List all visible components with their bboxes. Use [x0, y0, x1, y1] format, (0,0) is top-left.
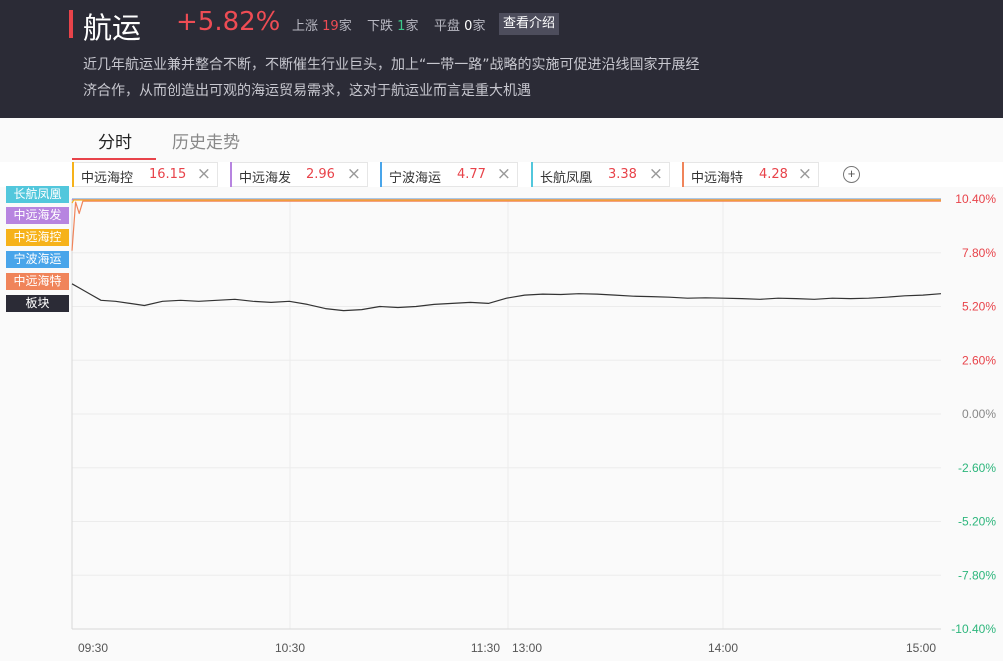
- sector-header: 航运 +5.82% 上涨 19家 下跌 1家 平盘 0家 查看介绍 近几年航运业…: [0, 0, 1003, 118]
- series-line: [71, 200, 941, 251]
- flat-label: 平盘: [434, 19, 461, 34]
- sector-change-pct: +5.82%: [176, 7, 281, 37]
- legend-item-2[interactable]: 中远海控: [6, 229, 69, 246]
- sector-description: 近几年航运业兼并整合不断，不断催生行业巨头，加上“一带一路”战略的实施可促进沿线…: [83, 52, 763, 104]
- x-tick-label: 10:30: [275, 641, 305, 655]
- chip-stock-name: 中远海特: [691, 171, 744, 186]
- x-tick-label: 11:30: [471, 641, 500, 655]
- chart-tabs: 分时 历史走势: [0, 118, 1003, 162]
- intraday-chart: 10.40% 7.80% 5.20% 2.60% 0.00% -2.60% -5.20% -7…: [71, 192, 996, 655]
- view-intro-button[interactable]: 查看介绍: [499, 13, 560, 35]
- stock-chip-0[interactable]: 中远海控 16.15 ×: [72, 162, 218, 187]
- y-tick-label: -2.60%: [958, 461, 996, 475]
- close-icon[interactable]: ×: [497, 164, 511, 184]
- down-unit: 家: [405, 19, 419, 34]
- y-tick-label: -5.20%: [958, 515, 996, 529]
- stock-chip-2[interactable]: 宁波海运 4.77 ×: [380, 162, 518, 187]
- y-tick-label: -10.40%: [951, 622, 996, 636]
- description-line-1: 近几年航运业兼并整合不断，不断催生行业巨头，加上“一带一路”战略的实施可促进沿线…: [83, 57, 700, 73]
- legend-item-1[interactable]: 中远海发: [6, 207, 69, 224]
- active-tab-underline: [72, 158, 156, 160]
- tab-history[interactable]: 历史走势: [172, 128, 240, 153]
- y-tick-label: -7.80%: [958, 568, 996, 582]
- legend-item-0[interactable]: 长航凤凰: [6, 186, 69, 203]
- y-tick-label: 2.60%: [962, 353, 996, 367]
- x-tick-label: 13:00: [512, 641, 542, 655]
- y-tick-label: 5.20%: [962, 300, 996, 314]
- sector-title: 航运: [83, 11, 142, 45]
- close-icon[interactable]: ×: [649, 164, 663, 184]
- close-icon[interactable]: ×: [798, 164, 812, 184]
- chip-stock-name: 中远海发: [239, 171, 292, 186]
- chip-stock-value: 3.38: [608, 167, 637, 182]
- description-line-2: 济合作，从而创造出可观的海运贸易需求，这对于航运业而言是重大机遇: [83, 83, 531, 99]
- legend-item-3[interactable]: 宁波海运: [6, 251, 69, 268]
- intraday-chart-area: 10.40% 7.80% 5.20% 2.60% 0.00% -2.60% -5.20% -7…: [0, 187, 1003, 661]
- x-tick-label: 15:00: [906, 641, 936, 655]
- x-tick-label: 14:00: [708, 641, 738, 655]
- down-stat: 下跌 1家: [367, 15, 418, 34]
- chip-color-bar: [682, 162, 684, 187]
- chip-stock-value: 4.77: [457, 167, 486, 182]
- up-unit: 家: [338, 19, 352, 34]
- chip-stock-value: 2.96: [306, 167, 335, 182]
- legend-item-4[interactable]: 中远海特: [6, 273, 69, 290]
- chip-color-bar: [72, 162, 74, 187]
- chip-stock-value: 4.28: [759, 167, 788, 182]
- y-tick-label: 0.00%: [962, 407, 996, 421]
- close-icon[interactable]: ×: [347, 164, 361, 184]
- chip-stock-name: 长航凤凰: [540, 171, 593, 186]
- chip-color-bar: [380, 162, 382, 187]
- legend-item-5[interactable]: 板块: [6, 295, 69, 312]
- chip-stock-name: 宁波海运: [389, 171, 442, 186]
- stock-chip-4[interactable]: 中远海特 4.28 ×: [682, 162, 819, 187]
- up-stat: 上涨 19家: [292, 15, 352, 34]
- add-stock-icon[interactable]: +: [843, 166, 860, 183]
- flat-unit: 家: [472, 19, 486, 34]
- up-label: 上涨: [292, 19, 319, 34]
- y-tick-label: 7.80%: [962, 246, 996, 260]
- y-tick-label: 10.40%: [955, 192, 996, 206]
- title-accent-bar: [69, 10, 73, 38]
- up-count: 19: [322, 19, 339, 34]
- chip-color-bar: [230, 162, 232, 187]
- chip-color-bar: [531, 162, 533, 187]
- chip-stock-value: 16.15: [149, 167, 187, 182]
- flat-stat: 平盘 0家: [434, 15, 485, 34]
- chip-stock-name: 中远海控: [81, 171, 134, 186]
- close-icon[interactable]: ×: [197, 164, 211, 184]
- tab-intraday[interactable]: 分时: [98, 128, 132, 153]
- stock-chip-1[interactable]: 中远海发 2.96 ×: [230, 162, 368, 187]
- down-label: 下跌: [367, 19, 394, 34]
- stock-chip-3[interactable]: 长航凤凰 3.38 ×: [531, 162, 670, 187]
- x-tick-label: 09:30: [78, 641, 108, 655]
